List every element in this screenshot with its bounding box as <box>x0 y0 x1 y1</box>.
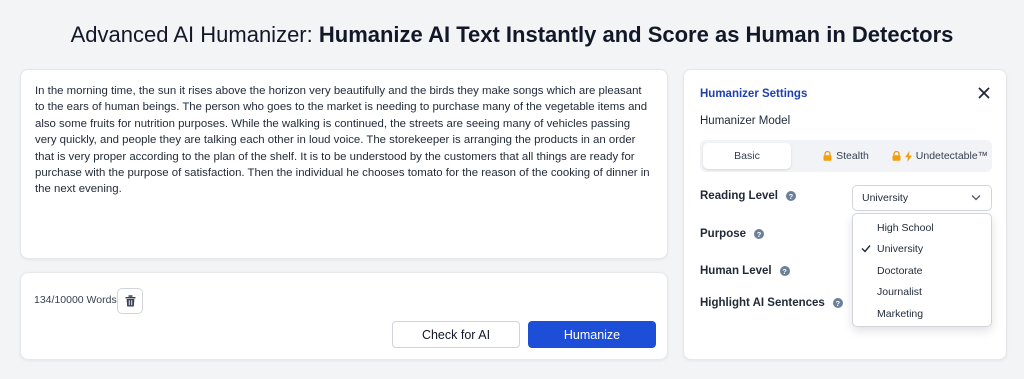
dropdown-option-journalist[interactable]: Journalist <box>877 286 922 298</box>
help-icon[interactable]: ? <box>832 298 843 308</box>
purpose-row: Purpose ? <box>700 228 765 240</box>
help-icon[interactable]: ? <box>785 191 796 201</box>
human-level-row: Human Level ? <box>700 265 790 277</box>
model-option-basic[interactable]: Basic <box>703 143 791 169</box>
reading-level-select[interactable]: University <box>852 185 992 211</box>
reading-level-dropdown: High School University Doctorate Journal… <box>852 213 992 327</box>
word-count: 134/10000 Words <box>34 294 117 306</box>
humanize-button[interactable]: Humanize <box>528 321 656 348</box>
help-icon[interactable]: ? <box>779 266 790 276</box>
page-title: Advanced AI Humanizer: Humanize AI Text … <box>0 22 1024 48</box>
model-option-stealth[interactable]: Stealth <box>800 143 892 169</box>
action-bar: 134/10000 Words Check for AI Humanize <box>20 272 668 360</box>
chevron-down-icon <box>971 195 981 201</box>
page-title-prefix: Advanced AI Humanizer: <box>70 22 313 47</box>
page-title-emphasis: Humanize AI Text Instantly and Score as … <box>318 22 954 47</box>
check-icon <box>861 245 871 253</box>
close-icon[interactable] <box>976 85 992 101</box>
help-icon[interactable]: ? <box>754 229 765 239</box>
lock-icon <box>892 151 901 161</box>
model-selector: Basic Stealth Undetectable™ <box>700 140 992 172</box>
lock-icon <box>823 151 832 161</box>
trash-icon <box>125 295 135 307</box>
dropdown-option-doctorate[interactable]: Doctorate <box>877 265 923 277</box>
model-option-label: Undetectable™ <box>915 150 989 162</box>
text-input-card[interactable]: In the morning time, the sun it rises ab… <box>20 69 668 259</box>
clear-text-button[interactable] <box>117 288 143 314</box>
model-option-label: Basic <box>734 150 760 162</box>
check-for-ai-button[interactable]: Check for AI <box>392 321 520 348</box>
human-level-label: Human Level <box>700 265 772 277</box>
reading-level-label: Reading Level <box>700 190 778 202</box>
model-option-label: Stealth <box>836 150 869 162</box>
bolt-icon <box>904 150 912 162</box>
humanizer-model-label: Humanizer Model <box>700 115 791 127</box>
dropdown-option-marketing[interactable]: Marketing <box>877 308 923 320</box>
model-option-undetectable[interactable]: Undetectable™ <box>890 143 990 169</box>
humanizer-settings-panel: Humanizer Settings Humanizer Model Basic… <box>683 69 1007 360</box>
reading-level-value: University <box>862 192 909 204</box>
dropdown-option-high-school[interactable]: High School <box>877 222 934 234</box>
highlight-ai-sentences-row: Highlight AI Sentences ? <box>700 297 843 309</box>
settings-title: Humanizer Settings <box>700 88 808 100</box>
input-text-area[interactable]: In the morning time, the sun it rises ab… <box>21 70 667 211</box>
purpose-label: Purpose <box>700 228 747 240</box>
dropdown-option-university[interactable]: University <box>877 243 923 255</box>
highlight-ai-sentences-label: Highlight AI Sentences <box>700 297 825 309</box>
reading-level-row: Reading Level ? <box>700 190 796 202</box>
